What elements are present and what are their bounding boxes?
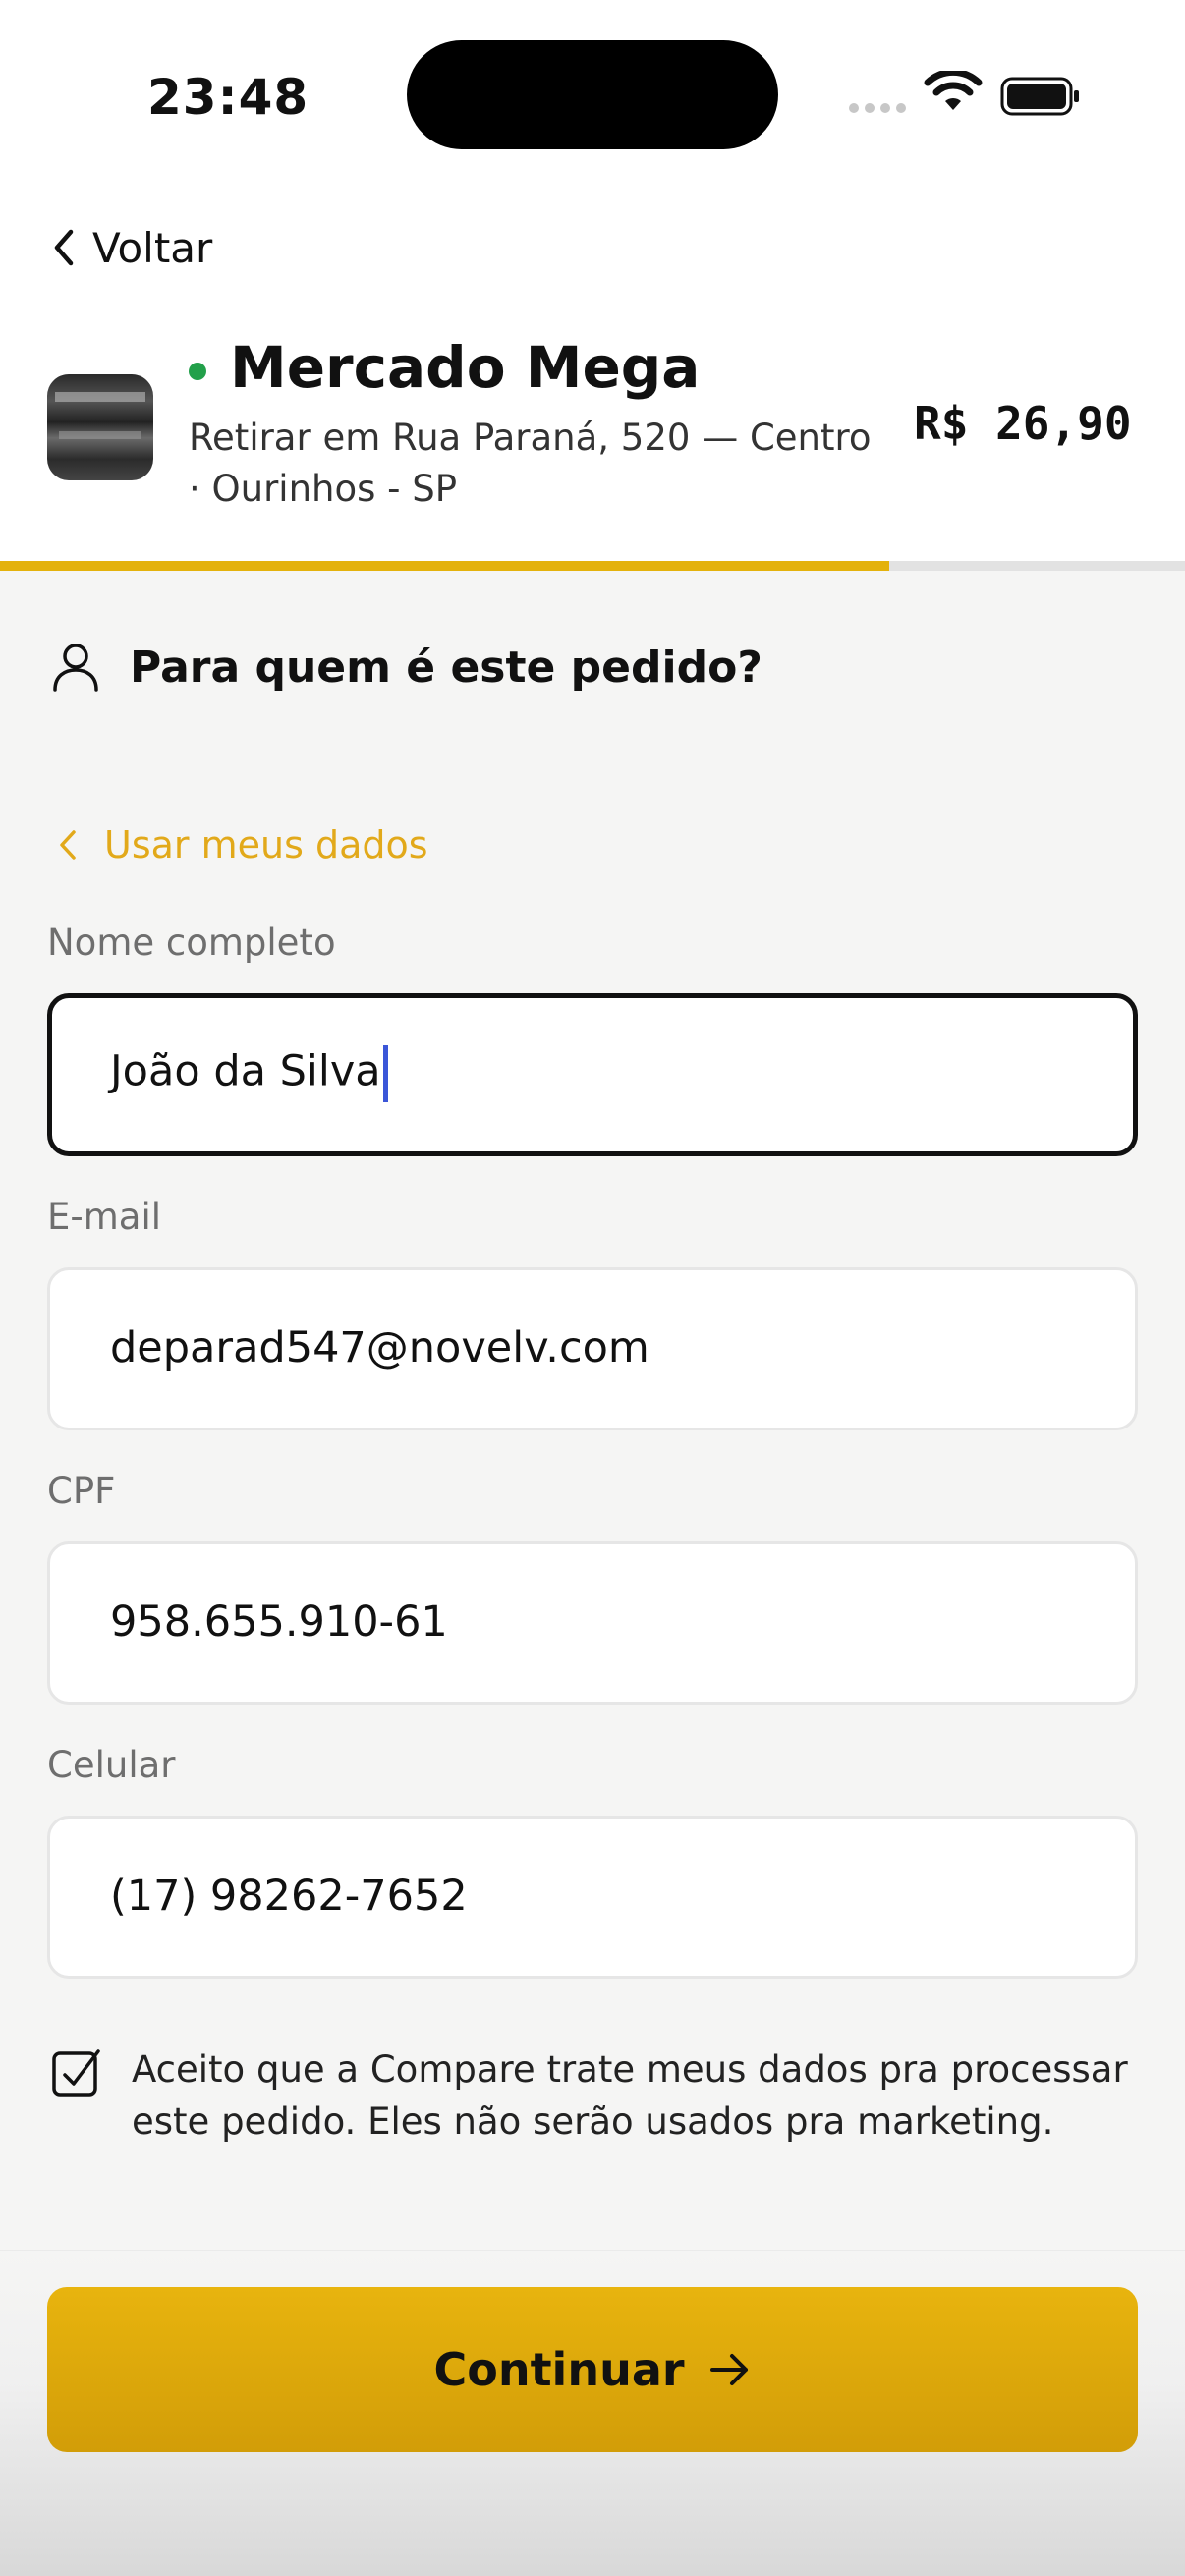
continue-label: Continuar <box>433 2343 685 2396</box>
phone-value: (17) 98262-7652 <box>110 1872 468 1921</box>
order-total: R$ 26,90 <box>914 397 1132 450</box>
chevron-left-icon <box>54 229 74 266</box>
checkbox-checked-icon[interactable] <box>49 2045 104 2100</box>
online-status-dot <box>189 363 206 380</box>
chevron-left-icon <box>60 830 76 860</box>
progress-fill <box>0 561 889 571</box>
name-label: Nome completo <box>47 922 336 964</box>
use-my-data-label: Usar meus dados <box>104 823 428 867</box>
dynamic-island <box>407 40 778 149</box>
text-caret <box>382 1045 388 1102</box>
consent-checkbox-row[interactable]: Aceito que a Compare trate meus dados pr… <box>49 2044 1140 2148</box>
section-heading: Para quem é este pedido? <box>49 641 762 694</box>
status-bar: 23:48 <box>0 0 1185 187</box>
store-address: Retirar em Rua Paraná, 520 — Centro · Ou… <box>189 417 872 510</box>
email-value: deparad547@novelv.com <box>110 1323 649 1372</box>
email-label: E-mail <box>47 1196 162 1238</box>
back-label: Voltar <box>92 223 213 272</box>
full-name-value: João da Silva <box>110 1045 388 1102</box>
battery-icon <box>1000 77 1079 116</box>
consent-text: Aceito que a Compare trate meus dados pr… <box>132 2048 1128 2143</box>
store-name: Mercado Mega <box>230 334 701 401</box>
phone-label: Celular <box>47 1744 176 1786</box>
checkout-page: 23:48 Voltar Mercado Mega Retirar em Rua… <box>0 0 1185 2576</box>
cpf-value: 958.655.910-61 <box>110 1597 448 1647</box>
checkout-progress-bar <box>0 561 1185 571</box>
person-icon <box>53 644 98 692</box>
wifi-icon <box>924 71 983 110</box>
cpf-label: CPF <box>47 1470 116 1512</box>
arrow-right-icon <box>709 2354 748 2385</box>
status-time: 23:48 <box>147 69 310 126</box>
store-image <box>47 374 153 480</box>
continue-button[interactable]: Continuar <box>47 2287 1138 2452</box>
cellular-signal-icon <box>849 103 906 113</box>
back-button[interactable]: Voltar <box>49 220 212 275</box>
section-title: Para quem é este pedido? <box>130 642 762 693</box>
use-my-data-link[interactable]: Usar meus dados <box>57 823 428 867</box>
